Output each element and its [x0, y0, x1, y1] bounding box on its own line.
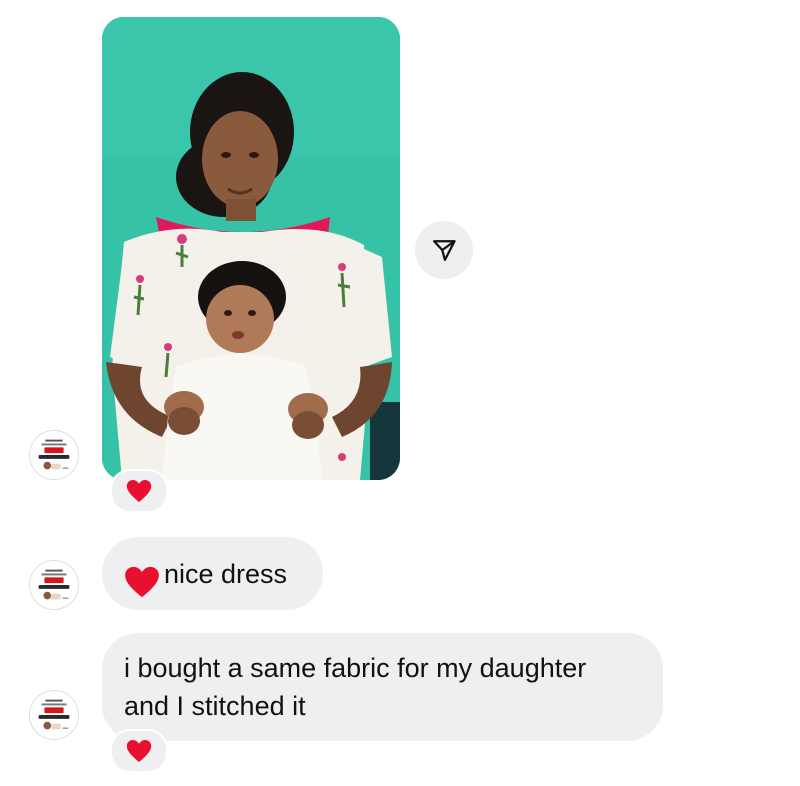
avatar-logo-icon: [30, 431, 78, 479]
avatar-logo-icon: [30, 691, 78, 739]
heart-icon: [126, 480, 152, 502]
message-bubble[interactable]: i bought a same fabric for my daughter a…: [102, 633, 663, 741]
message-reaction[interactable]: [110, 469, 168, 513]
paper-plane-icon: [432, 240, 456, 262]
heart-emoji-icon: [124, 565, 160, 599]
message-text-line: i bought a same fabric for my daughter: [124, 653, 587, 683]
photo-mother-and-baby-icon: [102, 17, 400, 480]
avatar-logo-icon: [30, 561, 78, 609]
message-text-line: and I stitched it: [124, 691, 306, 721]
message-bubble[interactable]: nice dress: [102, 537, 323, 610]
message-reaction[interactable]: [110, 729, 168, 773]
sender-avatar[interactable]: [29, 690, 79, 740]
heart-icon: [126, 740, 152, 762]
share-button[interactable]: [415, 221, 473, 279]
sender-avatar[interactable]: [29, 560, 79, 610]
sender-avatar[interactable]: [29, 430, 79, 480]
photo-message[interactable]: [102, 17, 400, 480]
message-text: nice dress: [164, 558, 288, 589]
